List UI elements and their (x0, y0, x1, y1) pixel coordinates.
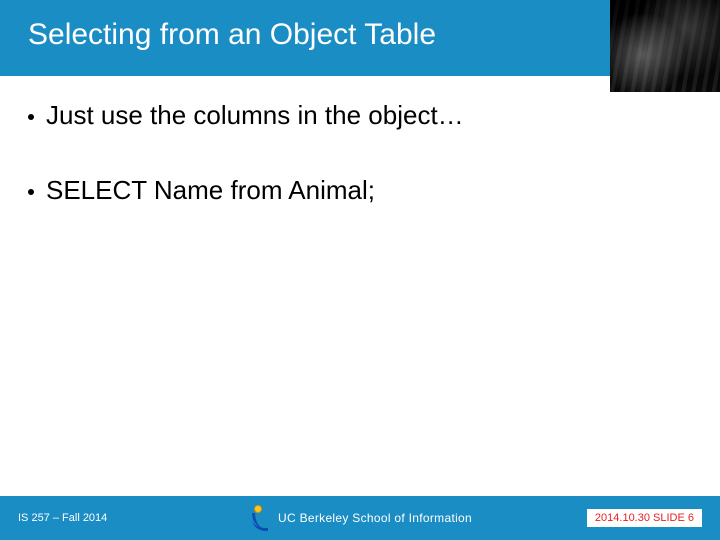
content-area: Just use the columns in the object… SELE… (28, 100, 692, 250)
ischool-logo-icon (248, 505, 270, 531)
footer-brand-block: UC Berkeley School of Information (248, 505, 472, 531)
bullet-item: Just use the columns in the object… (28, 100, 692, 131)
bullet-text: SELECT Name from Animal; (46, 175, 375, 206)
bullet-item: SELECT Name from Animal; (28, 175, 692, 206)
footer-course: IS 257 – Fall 2014 (18, 512, 107, 524)
bullet-text: Just use the columns in the object… (46, 100, 464, 131)
decorative-photo (610, 0, 720, 92)
footer-brand-text: UC Berkeley School of Information (278, 511, 472, 525)
footer-date-slide: 2014.10.30 SLIDE 6 (587, 509, 702, 527)
slide-title: Selecting from an Object Table (28, 18, 436, 52)
bullet-dot-icon (28, 189, 34, 195)
bullet-dot-icon (28, 114, 34, 120)
footer-bar: IS 257 – Fall 2014 UC Berkeley School of… (0, 496, 720, 540)
